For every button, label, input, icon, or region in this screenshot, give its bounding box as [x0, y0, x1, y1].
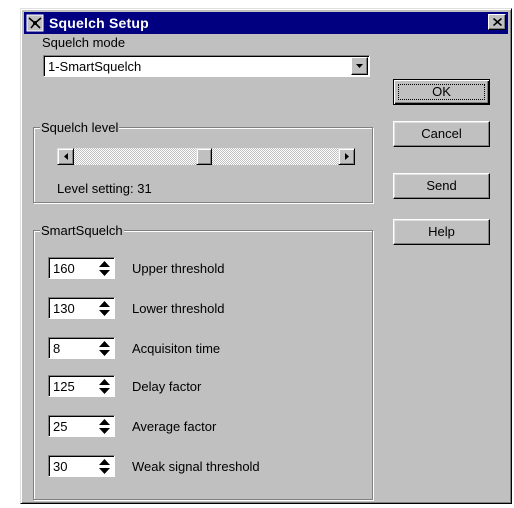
- average-factor-spinbox[interactable]: 25: [48, 415, 115, 437]
- upper-threshold-label: Upper threshold: [132, 261, 225, 276]
- acquisition-time-spin-buttons[interactable]: [96, 340, 112, 356]
- smartsquelch-group-label: SmartSquelch: [40, 223, 124, 238]
- squelch-mode-dropdown-button[interactable]: [351, 57, 368, 75]
- average-factor-value[interactable]: 25: [53, 419, 67, 434]
- scroll-left-button[interactable]: [57, 148, 74, 165]
- cancel-button-label: Cancel: [421, 126, 462, 141]
- level-setting-value: 31: [137, 181, 152, 196]
- arrow-left-icon: [63, 153, 68, 160]
- close-button[interactable]: [488, 14, 506, 30]
- level-setting-text: Level setting:: [57, 181, 134, 196]
- scroll-right-button[interactable]: [338, 148, 355, 165]
- spin-up-down-icon[interactable]: [98, 458, 110, 474]
- delay-factor-value[interactable]: 125: [53, 379, 75, 394]
- squelch-mode-select[interactable]: 1-SmartSquelch: [43, 55, 370, 77]
- spin-up-down-icon[interactable]: [98, 418, 110, 434]
- squelch-app-icon: [26, 14, 44, 32]
- acquisition-time-spinbox[interactable]: 8: [48, 337, 115, 359]
- cancel-button[interactable]: Cancel: [393, 121, 490, 147]
- upper-threshold-value[interactable]: 160: [53, 261, 75, 276]
- screen-background: Squelch Setup Squelch mode 1-SmartSquelc…: [0, 0, 514, 508]
- ok-button-label: OK: [432, 84, 451, 99]
- average-factor-label: Average factor: [132, 419, 217, 434]
- lower-threshold-spinbox[interactable]: 130: [48, 297, 115, 319]
- weak-signal-threshold-label: Weak signal threshold: [132, 459, 260, 474]
- send-button[interactable]: Send: [393, 173, 490, 199]
- squelch-level-group-label: Squelch level: [40, 120, 120, 135]
- weak-signal-threshold-spin-buttons[interactable]: [96, 458, 112, 474]
- weak-signal-threshold-spinbox[interactable]: 30: [48, 455, 115, 477]
- help-button-label: Help: [428, 224, 455, 239]
- acquisition-time-label: Acquisiton time: [132, 341, 221, 356]
- upper-threshold-spin-buttons[interactable]: [96, 260, 112, 276]
- upper-threshold-spinbox[interactable]: 160: [48, 257, 115, 279]
- level-setting-label: Level setting: 31: [57, 181, 152, 196]
- lower-threshold-label: Lower threshold: [132, 301, 225, 316]
- squelch-mode-label: Squelch mode: [42, 35, 126, 50]
- help-button[interactable]: Help: [393, 219, 490, 245]
- lower-threshold-spin-buttons[interactable]: [96, 300, 112, 316]
- chevron-down-icon: [356, 64, 363, 68]
- slider-thumb[interactable]: [196, 148, 212, 165]
- window-title: Squelch Setup: [49, 15, 149, 31]
- arrow-right-icon: [344, 153, 349, 160]
- lower-threshold-value[interactable]: 130: [53, 301, 75, 316]
- delay-factor-spinbox[interactable]: 125: [48, 375, 115, 397]
- close-icon: [492, 18, 502, 26]
- spin-up-down-icon[interactable]: [98, 260, 110, 276]
- acquisition-time-value[interactable]: 8: [53, 341, 60, 356]
- weak-signal-threshold-value[interactable]: 30: [53, 459, 67, 474]
- ok-button[interactable]: OK: [393, 79, 490, 105]
- average-factor-spin-buttons[interactable]: [96, 418, 112, 434]
- ok-button-focus-rect: OK: [398, 84, 485, 100]
- squelch-level-slider[interactable]: [57, 148, 355, 165]
- spin-up-down-icon[interactable]: [98, 378, 110, 394]
- send-button-label: Send: [426, 178, 457, 193]
- squelch-setup-dialog: Squelch Setup Squelch mode 1-SmartSquelc…: [20, 8, 512, 504]
- delay-factor-label: Delay factor: [132, 379, 202, 394]
- spin-up-down-icon[interactable]: [98, 340, 110, 356]
- squelch-mode-value: 1-SmartSquelch: [48, 59, 142, 74]
- title-bar[interactable]: Squelch Setup: [24, 12, 508, 34]
- delay-factor-spin-buttons[interactable]: [96, 378, 112, 394]
- spin-up-down-icon[interactable]: [98, 300, 110, 316]
